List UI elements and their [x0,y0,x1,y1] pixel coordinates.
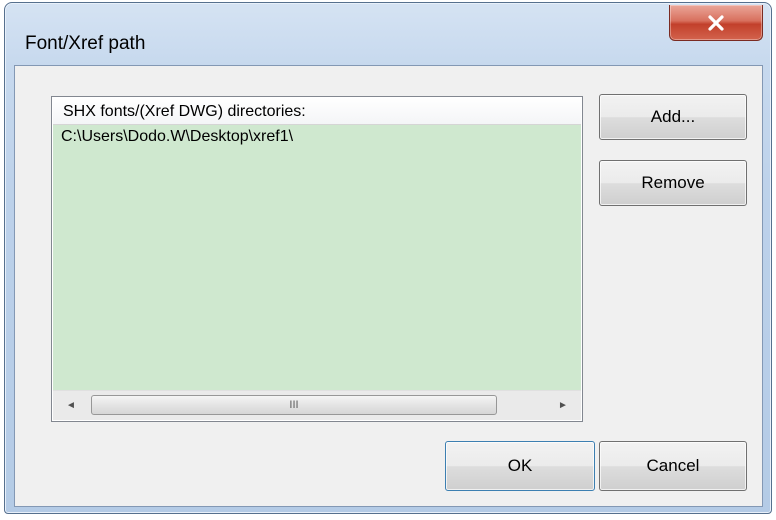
dialog-client-area: SHX fonts/(Xref DWG) directories: C:\Use… [14,65,763,507]
right-arrow-icon: ► [558,400,568,411]
list-column-header[interactable]: SHX fonts/(Xref DWG) directories: [53,98,581,125]
scrollbar-thumb[interactable]: III [91,395,497,415]
grip-icon: III [289,399,299,411]
left-arrow-icon: ◄ [66,400,76,411]
scroll-left-button[interactable]: ◄ [53,391,89,420]
ok-button[interactable]: OK [445,441,595,491]
scroll-right-button[interactable]: ► [545,391,581,420]
close-icon [708,14,724,31]
list-item[interactable]: C:\Users\Dodo.W\Desktop\xref1\ [61,128,293,146]
directory-list: SHX fonts/(Xref DWG) directories: C:\Use… [51,96,583,422]
cancel-button[interactable]: Cancel [599,441,747,491]
dialog-window: Font/Xref path SHX fonts/(Xref DWG) dire… [4,2,772,514]
window-title: Font/Xref path [25,33,146,54]
title-bar[interactable]: Font/Xref path [5,3,771,65]
remove-button[interactable]: Remove [599,160,747,206]
close-button[interactable] [669,5,763,41]
add-button[interactable]: Add... [599,94,747,140]
horizontal-scrollbar[interactable]: ◄ III ► [53,390,581,420]
list-body[interactable]: C:\Users\Dodo.W\Desktop\xref1\ [53,125,581,391]
